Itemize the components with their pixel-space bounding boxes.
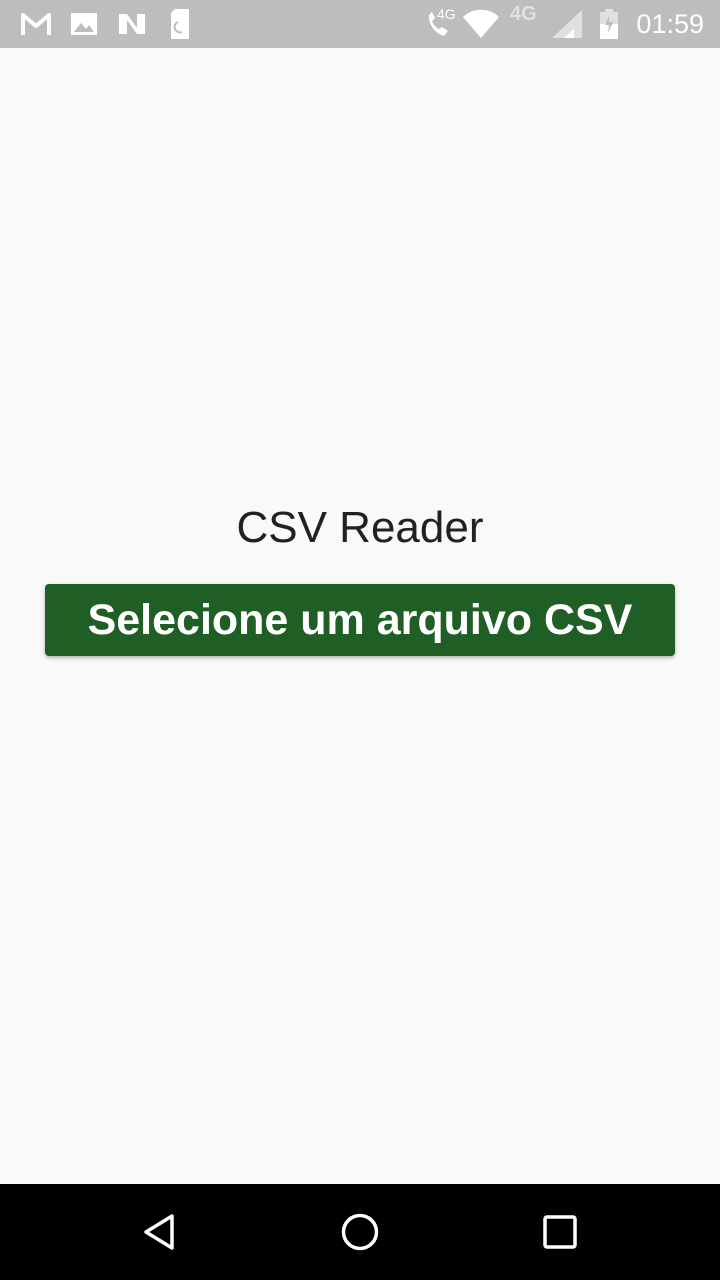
status-time: 01:59 (636, 8, 704, 39)
gallery-icon (70, 0, 98, 48)
back-icon (144, 1214, 174, 1250)
volte-label: 4G (437, 6, 456, 22)
gmail-icon (20, 0, 52, 48)
page-title: CSV Reader (236, 503, 484, 552)
cellular-signal-icon (550, 0, 584, 48)
battery-icon (598, 0, 620, 48)
home-button[interactable] (300, 1184, 420, 1280)
recents-icon (543, 1215, 577, 1249)
wifi-icon (462, 0, 500, 48)
recents-button[interactable] (500, 1184, 620, 1280)
back-button[interactable] (100, 1184, 220, 1280)
nfc-app-icon (116, 0, 148, 48)
select-csv-button[interactable]: Selecione um arquivo CSV (45, 584, 675, 656)
home-icon (341, 1213, 379, 1251)
navigation-bar (0, 1184, 720, 1280)
network-type-label: 4G (510, 2, 537, 25)
status-bar: 4G 4G 01:59 (0, 0, 720, 48)
sim-card-icon (170, 0, 190, 48)
